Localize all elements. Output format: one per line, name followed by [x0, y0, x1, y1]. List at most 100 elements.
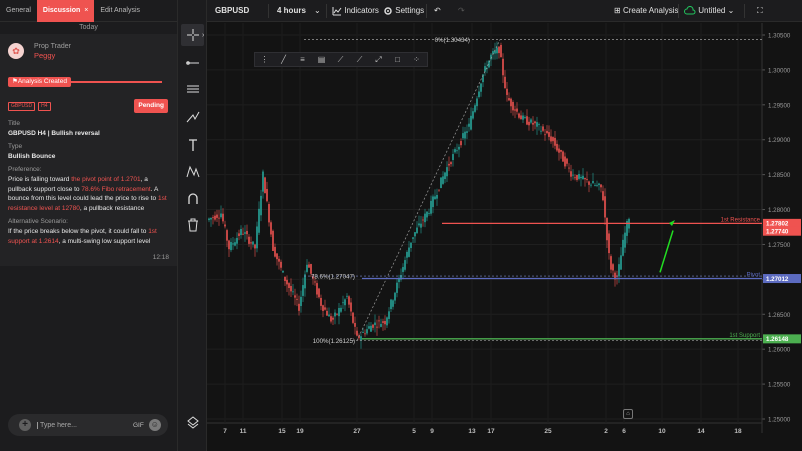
candle-body [528, 121, 530, 126]
crosshair-tool[interactable] [181, 24, 204, 46]
candle-body [308, 264, 310, 268]
candle-body [408, 247, 410, 257]
channel-tool[interactable] [181, 78, 204, 100]
candle-body [564, 156, 566, 167]
trash-icon [187, 218, 198, 232]
author-name[interactable]: Peggy [34, 51, 71, 60]
candle-body [212, 217, 214, 219]
candle-body [296, 298, 298, 300]
candle-body [298, 303, 300, 311]
candle-body [550, 136, 552, 142]
candle-body [214, 215, 216, 220]
candle-body [448, 163, 450, 166]
candle-body [374, 322, 376, 326]
candle-body [582, 175, 584, 180]
candle-body [460, 141, 462, 146]
candle-body [230, 242, 232, 251]
candle-body [428, 212, 430, 214]
emoji-icon[interactable]: ☺ [148, 419, 161, 431]
candle-body [306, 264, 308, 272]
fibo-highlight: 78.6% Fibo retracement [81, 185, 151, 193]
fullscreen-icon[interactable]: ⛶ [757, 0, 763, 22]
fib-level-label: 0%(1.30434) [435, 37, 470, 44]
candle-body [272, 230, 274, 251]
drag-handle-icon[interactable]: ⋮ [255, 55, 274, 64]
candle-body [262, 171, 264, 192]
candle-body [420, 223, 422, 228]
message-composer: + GIF ☺ [8, 414, 168, 436]
lines-icon[interactable]: ≡ [293, 55, 312, 64]
more-icon[interactable]: ⁘ [407, 55, 426, 64]
fill-icon[interactable]: ▤ [312, 55, 331, 64]
chevron-down-icon[interactable]: ⌄ [314, 0, 321, 22]
candle-body [322, 305, 324, 311]
candle-body [382, 321, 384, 323]
create-analysis-button[interactable]: ⊞ Create Analysis [614, 0, 679, 22]
interval-selector[interactable]: 4 hours [277, 0, 306, 22]
indicators-button[interactable]: Indicators [332, 0, 379, 22]
chart-canvas[interactable]: 1.30500 1.30000 1.29500 1.29000 1.28500 1.280… [207, 23, 802, 451]
candle-body [430, 200, 432, 214]
candle-body [404, 260, 406, 270]
settings-button[interactable]: Settings [383, 0, 424, 22]
frame-icon[interactable]: □ [388, 55, 407, 64]
attach-button[interactable]: + [19, 419, 31, 431]
xabcd-tool[interactable] [181, 161, 204, 183]
brush-icon[interactable]: ╱ [274, 55, 293, 64]
candle-body [532, 122, 534, 125]
candle-body [270, 222, 272, 235]
tab-general[interactable]: General [0, 0, 37, 22]
layout-selector[interactable]: Untitled ⌄ [684, 0, 734, 22]
candle-body [282, 270, 284, 273]
scroll-to-latest-button[interactable]: ⌂ [623, 409, 633, 419]
analysis-status: ⚑Analysis Created [8, 77, 162, 87]
style-icon[interactable]: ⟋ [331, 55, 350, 65]
date-label: 9 [430, 428, 434, 435]
current-price-text: 1.27740 [766, 229, 789, 236]
ray-icon[interactable]: ⟋ [350, 55, 369, 65]
candle-body [370, 325, 372, 332]
candle-body [318, 288, 320, 298]
redo-icon[interactable]: ↷ [458, 0, 465, 22]
candle-body [484, 66, 486, 72]
tab-edit-analysis[interactable]: Edit Analysis [94, 0, 146, 22]
delete-tool[interactable] [181, 214, 204, 236]
app-window: General Discussion × Edit Analysis Today … [0, 0, 802, 451]
candle-body [612, 264, 614, 271]
candle-body [302, 285, 304, 296]
layers-tool[interactable] [181, 411, 204, 433]
text-tool[interactable] [181, 134, 204, 156]
price-label: 1.29000 [768, 137, 791, 144]
candle-body [596, 184, 598, 186]
extend-icon[interactable]: ⤢ [369, 55, 388, 65]
chevron-right-icon[interactable]: › [202, 32, 204, 39]
alt-scenario-text: If the price breaks below the pivot, it … [8, 228, 157, 245]
symbol-selector[interactable]: GBPUSD [215, 0, 249, 22]
candle-body [366, 329, 368, 334]
candle-body [424, 213, 426, 223]
tab-discussion[interactable]: Discussion × [36, 0, 95, 22]
candle-body [234, 242, 236, 246]
close-icon[interactable]: × [84, 7, 88, 14]
message-time: 12:18 [152, 254, 169, 261]
trend-line-icon [185, 61, 199, 65]
message-input[interactable] [37, 421, 123, 429]
candle-body [560, 149, 562, 152]
pending-button[interactable]: Pending [134, 99, 168, 113]
xabcd-icon [186, 165, 199, 178]
line-tool[interactable] [181, 52, 204, 74]
price-label: 1.26000 [768, 347, 791, 354]
magnet-icon [187, 193, 198, 204]
avatar: ✿ [8, 43, 24, 59]
plus-square-icon: ⊞ [614, 6, 621, 15]
price-chart[interactable]: 1.30500 1.30000 1.29500 1.29000 1.28500 1.280… [207, 23, 802, 451]
magnet-tool[interactable] [181, 188, 204, 210]
candle-body [412, 237, 414, 239]
preference-text: Price is falling toward the pivot point … [8, 176, 167, 212]
pattern-tool[interactable] [181, 106, 204, 128]
gif-button[interactable]: GIF [133, 422, 144, 429]
candle-body [584, 177, 586, 180]
price-label: 1.30500 [768, 33, 791, 40]
undo-icon[interactable]: ↶ [434, 0, 441, 22]
candle-body [586, 179, 588, 180]
